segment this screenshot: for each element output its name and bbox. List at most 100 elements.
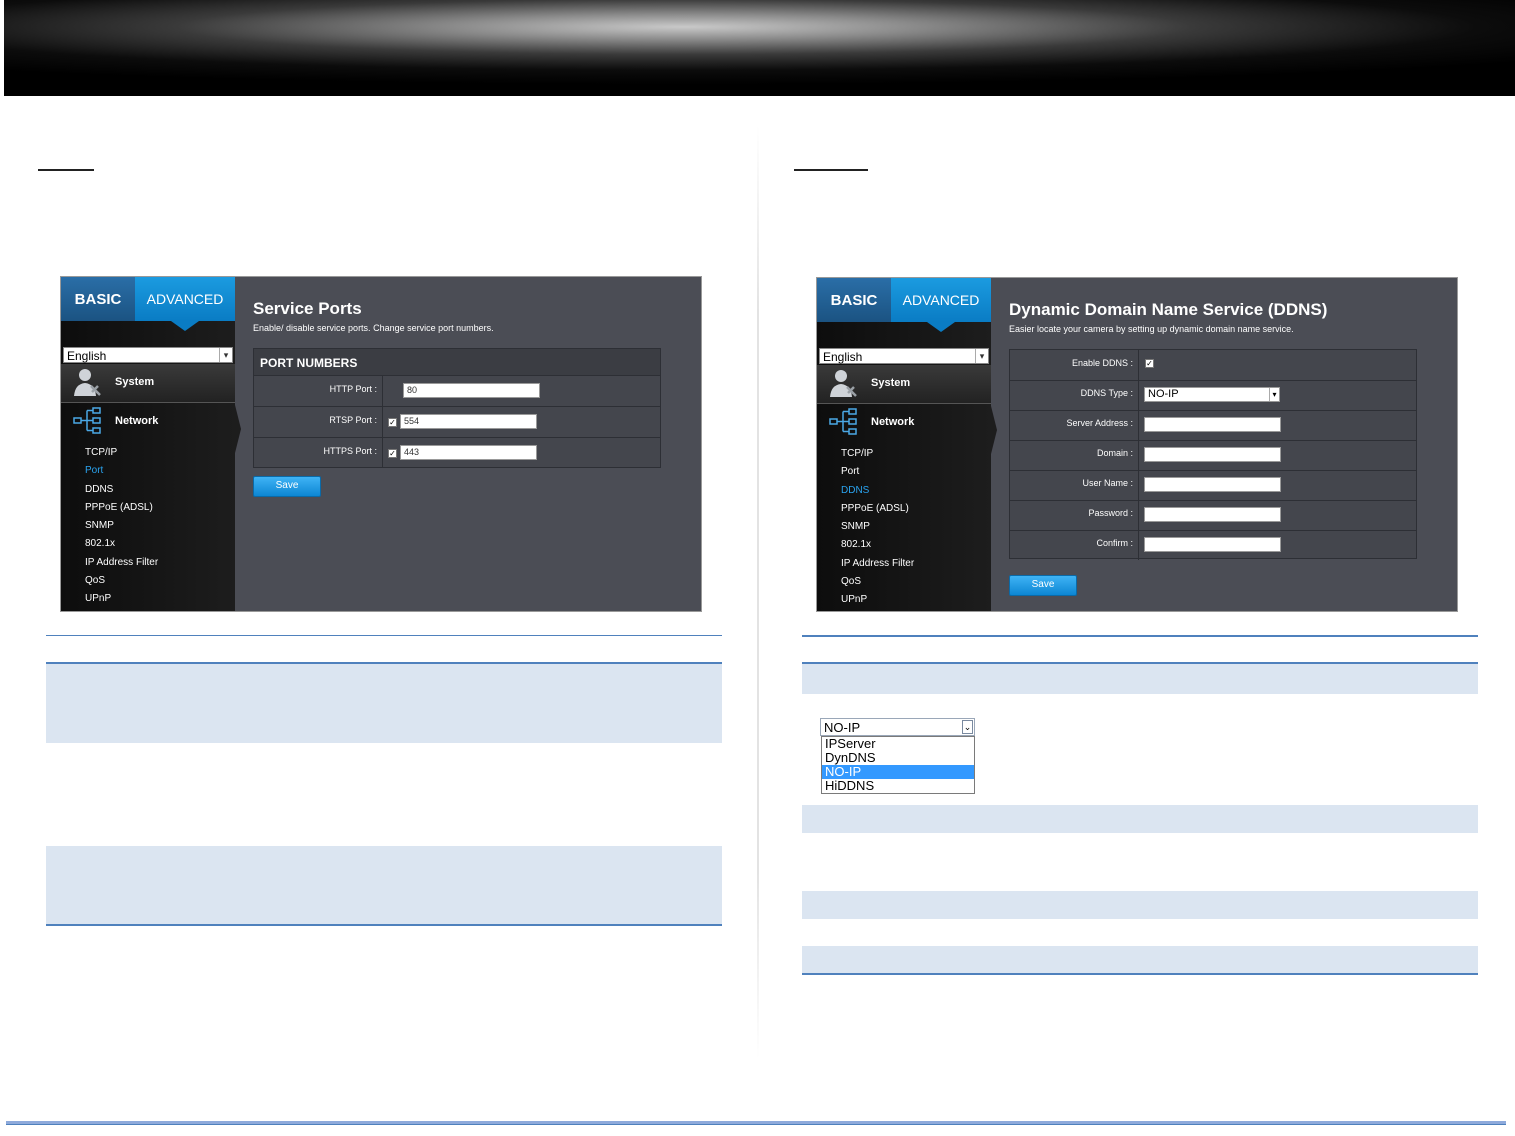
table-rule bbox=[802, 635, 1478, 637]
menu-item-tcpip[interactable]: TCP/IP bbox=[841, 447, 914, 465]
password-label: Password : bbox=[1010, 500, 1139, 530]
menu-item-upnp[interactable]: UPnP bbox=[841, 593, 914, 611]
domain-label: Domain : bbox=[1010, 440, 1139, 470]
table-row-shaded bbox=[802, 946, 1478, 975]
port-numbers-table: PORT NUMBERS HTTP Port : 80 RTSP Port : … bbox=[253, 348, 661, 468]
system-admin-icon bbox=[830, 370, 857, 397]
sidebar-item-label: System bbox=[871, 377, 911, 389]
ddns-type-selected: NO-IP bbox=[824, 720, 861, 735]
sidebar-item-label: System bbox=[115, 376, 155, 388]
service-ports-screenshot: BASIC ADVANCED English ▾ System Network bbox=[60, 276, 702, 612]
password-row: Password : bbox=[1010, 500, 1416, 531]
footer-rule bbox=[6, 1121, 1506, 1125]
sidebar-pointer bbox=[235, 405, 241, 453]
language-select[interactable]: English ▾ bbox=[819, 348, 989, 364]
password-input[interactable] bbox=[1144, 507, 1281, 522]
enable-ddns-label: Enable DDNS : bbox=[1010, 350, 1139, 380]
right-heading-underline bbox=[794, 169, 868, 171]
confirm-label: Confirm : bbox=[1010, 530, 1139, 560]
server-address-row: Server Address : bbox=[1010, 410, 1416, 441]
confirm-row: Confirm : bbox=[1010, 530, 1416, 560]
enable-ddns-checkbox[interactable]: ✓ bbox=[1145, 359, 1154, 368]
menu-item-qos[interactable]: QoS bbox=[841, 575, 914, 593]
menu-item-ip-filter[interactable]: IP Address Filter bbox=[841, 557, 914, 575]
ddns-type-select[interactable]: NO-IP ▾ bbox=[1144, 387, 1280, 402]
ddns-type-select-expanded[interactable]: NO-IP ⌄ bbox=[820, 718, 975, 736]
language-value: English bbox=[67, 349, 107, 363]
sidebar-item-system[interactable]: System bbox=[817, 365, 991, 404]
table-row-shaded bbox=[802, 891, 1478, 919]
http-port-label: HTTP Port : bbox=[254, 376, 383, 406]
menu-item-snmp[interactable]: SNMP bbox=[85, 519, 158, 537]
menu-item-qos[interactable]: QoS bbox=[85, 574, 158, 592]
ddns-type-options: IPServer DynDNS NO-IP HiDDNS bbox=[821, 736, 975, 794]
option-hiddns[interactable]: HiDDNS bbox=[822, 779, 974, 793]
network-tree-icon bbox=[829, 408, 857, 435]
chevron-down-icon: ▾ bbox=[1269, 388, 1279, 401]
rtsp-enable-checkbox[interactable]: ✓ bbox=[388, 418, 397, 427]
sidebar-item-network[interactable]: Network bbox=[61, 402, 235, 438]
enable-ddns-row: Enable DDNS : ✓ bbox=[1010, 350, 1416, 381]
column-divider bbox=[757, 125, 759, 1060]
save-button[interactable]: Save bbox=[253, 476, 321, 497]
tab-advanced[interactable]: ADVANCED bbox=[135, 277, 235, 321]
sidebar-pointer bbox=[991, 406, 997, 454]
tab-advanced-notch bbox=[927, 322, 955, 332]
sidebar-item-system[interactable]: System bbox=[61, 364, 235, 403]
sidebar-item-network[interactable]: Network bbox=[817, 403, 991, 439]
table-rule bbox=[46, 635, 722, 636]
confirm-input[interactable] bbox=[1144, 537, 1281, 552]
page-title: Dynamic Domain Name Service (DDNS) bbox=[1009, 300, 1328, 319]
user-name-input[interactable] bbox=[1144, 477, 1281, 492]
menu-item-ddns[interactable]: DDNS bbox=[85, 483, 158, 501]
system-admin-icon bbox=[74, 369, 101, 396]
page-description: Enable/ disable service ports. Change se… bbox=[253, 323, 494, 333]
language-select[interactable]: English ▾ bbox=[63, 347, 233, 363]
rtsp-port-input[interactable]: 554 bbox=[400, 414, 537, 429]
sidebar: BASIC ADVANCED English ▾ System Network bbox=[817, 278, 991, 611]
tab-basic[interactable]: BASIC bbox=[817, 278, 891, 322]
network-submenu: TCP/IP Port DDNS PPPoE (ADSL) SNMP 802.1… bbox=[85, 446, 158, 611]
ddns-type-label: DDNS Type : bbox=[1010, 380, 1139, 410]
menu-item-port[interactable]: Port bbox=[841, 465, 914, 483]
chevron-down-icon: ▾ bbox=[219, 348, 232, 362]
http-port-input[interactable]: 80 bbox=[403, 383, 540, 398]
chevron-down-icon: ⌄ bbox=[962, 720, 973, 734]
menu-item-upnp[interactable]: UPnP bbox=[85, 592, 158, 610]
ddns-settings-table: Enable DDNS : ✓ DDNS Type : NO-IP ▾ Serv… bbox=[1009, 349, 1417, 560]
menu-item-port[interactable]: Port bbox=[85, 464, 158, 482]
menu-item-tcpip[interactable]: TCP/IP bbox=[85, 446, 158, 464]
menu-item-8021x[interactable]: 802.1x bbox=[85, 537, 158, 555]
https-port-label: HTTPS Port : bbox=[254, 438, 383, 468]
domain-row: Domain : bbox=[1010, 440, 1416, 471]
sidebar: BASIC ADVANCED English ▾ System Network bbox=[61, 277, 235, 611]
option-dyndns[interactable]: DynDNS bbox=[822, 751, 974, 765]
table-row-shaded bbox=[46, 846, 722, 926]
https-port-input[interactable]: 443 bbox=[400, 445, 537, 460]
http-port-row: HTTP Port : 80 bbox=[254, 376, 660, 407]
menu-item-pppoe[interactable]: PPPoE (ADSL) bbox=[85, 501, 158, 519]
server-address-input[interactable] bbox=[1144, 417, 1281, 432]
https-enable-checkbox[interactable]: ✓ bbox=[388, 449, 397, 458]
save-button[interactable]: Save bbox=[1009, 575, 1077, 596]
option-ipserver[interactable]: IPServer bbox=[822, 737, 974, 751]
menu-item-ip-filter[interactable]: IP Address Filter bbox=[85, 556, 158, 574]
menu-item-pppoe[interactable]: PPPoE (ADSL) bbox=[841, 502, 914, 520]
menu-item-snmp[interactable]: SNMP bbox=[841, 520, 914, 538]
menu-item-8021x[interactable]: 802.1x bbox=[841, 538, 914, 556]
header-banner bbox=[4, 0, 1515, 96]
user-name-row: User Name : bbox=[1010, 470, 1416, 501]
option-no-ip[interactable]: NO-IP bbox=[822, 765, 974, 779]
page-title: Service Ports bbox=[253, 299, 362, 318]
section-header: PORT NUMBERS bbox=[254, 349, 660, 376]
server-address-label: Server Address : bbox=[1010, 410, 1139, 440]
sidebar-item-label: Network bbox=[871, 416, 915, 428]
tab-advanced[interactable]: ADVANCED bbox=[891, 278, 991, 322]
tab-basic[interactable]: BASIC bbox=[61, 277, 135, 321]
menu-item-ddns[interactable]: DDNS bbox=[841, 484, 914, 502]
table-row-shaded bbox=[46, 662, 722, 743]
domain-input[interactable] bbox=[1144, 447, 1281, 462]
page-description: Easier locate your camera by setting up … bbox=[1009, 324, 1294, 334]
network-tree-icon bbox=[73, 407, 101, 434]
user-name-label: User Name : bbox=[1010, 470, 1139, 500]
